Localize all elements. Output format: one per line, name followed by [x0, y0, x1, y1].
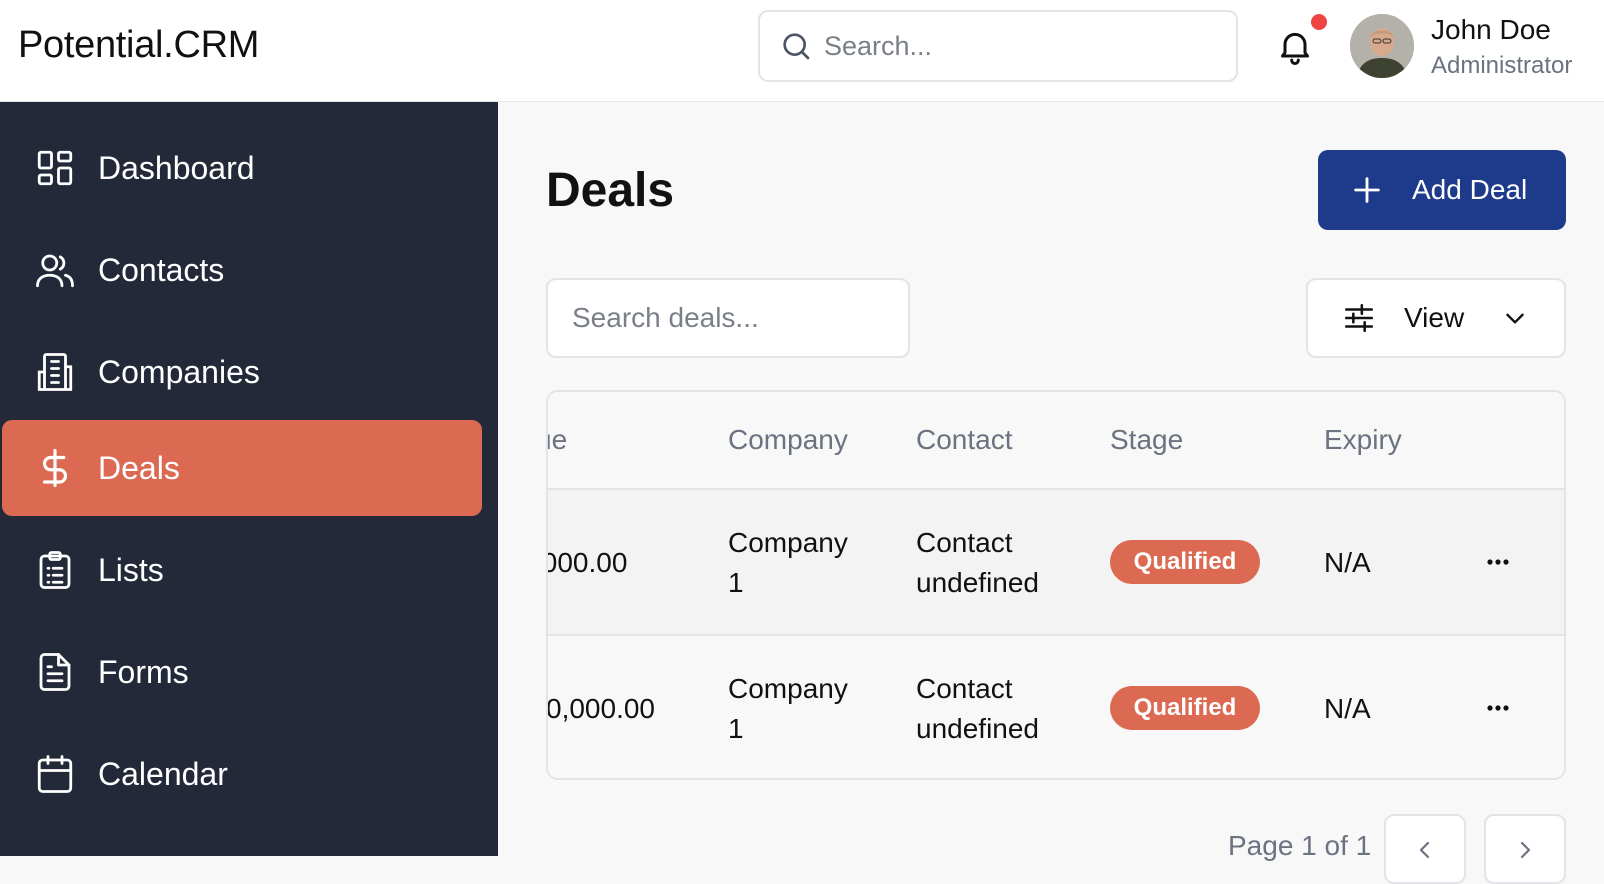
deals-table: ue Company Contact Stage Expiry ,000.00 … [546, 390, 1566, 780]
view-options-label: View [1404, 302, 1465, 333]
user-role: Administrator [1431, 52, 1573, 79]
deal-value: ,000.00 [548, 547, 628, 578]
avatar-photo [1350, 14, 1414, 78]
sidebar-item-label: Lists [98, 551, 164, 588]
search-icon [783, 33, 810, 60]
users-icon [36, 254, 74, 288]
global-search[interactable] [758, 10, 1238, 82]
previous-page-button[interactable] [1384, 814, 1466, 884]
deal-company: Company 1 [728, 527, 848, 598]
chevron-down-icon [1506, 313, 1524, 324]
sidebar-item-forms[interactable]: Forms [2, 624, 482, 720]
sidebar-item-contacts[interactable]: Contacts [2, 222, 482, 318]
table-row[interactable]: 0,000.00 Company 1 Contact undefined Qua… [546, 636, 1564, 778]
more-options-icon[interactable] [1482, 548, 1514, 576]
notification-bell-icon[interactable] [1275, 26, 1315, 66]
deal-search-input[interactable] [546, 278, 910, 358]
column-header-stage[interactable]: Stage [1110, 424, 1183, 456]
sidebar-item-label: Forms [98, 653, 189, 690]
stage-badge: Qualified [1110, 540, 1260, 584]
top-bar: Potential.CRM John Doe Administrator [0, 0, 1604, 102]
add-deal-button[interactable]: Add Deal [1318, 150, 1566, 230]
avatar[interactable] [1350, 14, 1414, 78]
sidebar-item-label: Companies [98, 353, 260, 390]
column-header-company[interactable]: Company [728, 424, 848, 456]
view-options-button[interactable]: View [1306, 278, 1566, 358]
deal-expiry: N/A [1324, 693, 1371, 724]
table-header: ue Company Contact Stage Expiry [548, 392, 1564, 490]
global-search-input[interactable] [824, 30, 1204, 62]
column-header-contact[interactable]: Contact [916, 424, 1013, 456]
deal-company: Company 1 [728, 673, 848, 744]
chevron-left-icon [1419, 841, 1430, 859]
building-icon [37, 353, 73, 391]
clipboard-list-icon [39, 551, 71, 589]
user-name: John Doe [1431, 14, 1551, 45]
deal-contact: Contact undefined [916, 673, 1040, 744]
sidebar-item-label: Calendar [98, 755, 228, 792]
plus-icon [1354, 177, 1380, 203]
sidebar-item-label: Contacts [98, 251, 225, 288]
deal-contact: Contact undefined [916, 527, 1040, 598]
table-row[interactable]: ,000.00 Company 1 Contact undefined Qual… [548, 490, 1564, 636]
pagination-text: Page 1 of 1 [1228, 830, 1372, 861]
chevron-right-icon [1520, 841, 1531, 859]
sliders-icon [1344, 303, 1374, 333]
sidebar-item-label: Deals [98, 449, 180, 486]
document-icon [39, 653, 71, 691]
more-options-icon[interactable] [1482, 694, 1514, 722]
sidebar-item-calendar[interactable]: Calendar [2, 726, 482, 822]
sidebar: Dashboard Contacts Companies Deals Lists… [0, 102, 498, 856]
next-page-button[interactable] [1484, 814, 1566, 884]
calendar-icon [37, 755, 73, 793]
column-header-value[interactable]: ue [548, 424, 567, 456]
notification-dot [1311, 14, 1327, 30]
sidebar-item-lists[interactable]: Lists [2, 522, 482, 618]
deal-expiry: N/A [1324, 547, 1371, 578]
deal-value: 0,000.00 [546, 693, 655, 724]
column-header-expiry[interactable]: Expiry [1324, 424, 1402, 456]
brand-logo[interactable]: Potential.CRM [18, 24, 259, 67]
sidebar-item-label: Dashboard [98, 149, 255, 186]
sidebar-item-dashboard[interactable]: Dashboard [2, 120, 482, 216]
sidebar-item-companies[interactable]: Companies [2, 324, 482, 420]
dashboard-icon [37, 150, 73, 186]
page-title: Deals [546, 164, 675, 217]
dollar-icon [42, 448, 68, 488]
add-deal-label: Add Deal [1412, 174, 1528, 205]
sidebar-item-deals[interactable]: Deals [2, 420, 482, 516]
stage-badge: Qualified [1110, 686, 1260, 730]
